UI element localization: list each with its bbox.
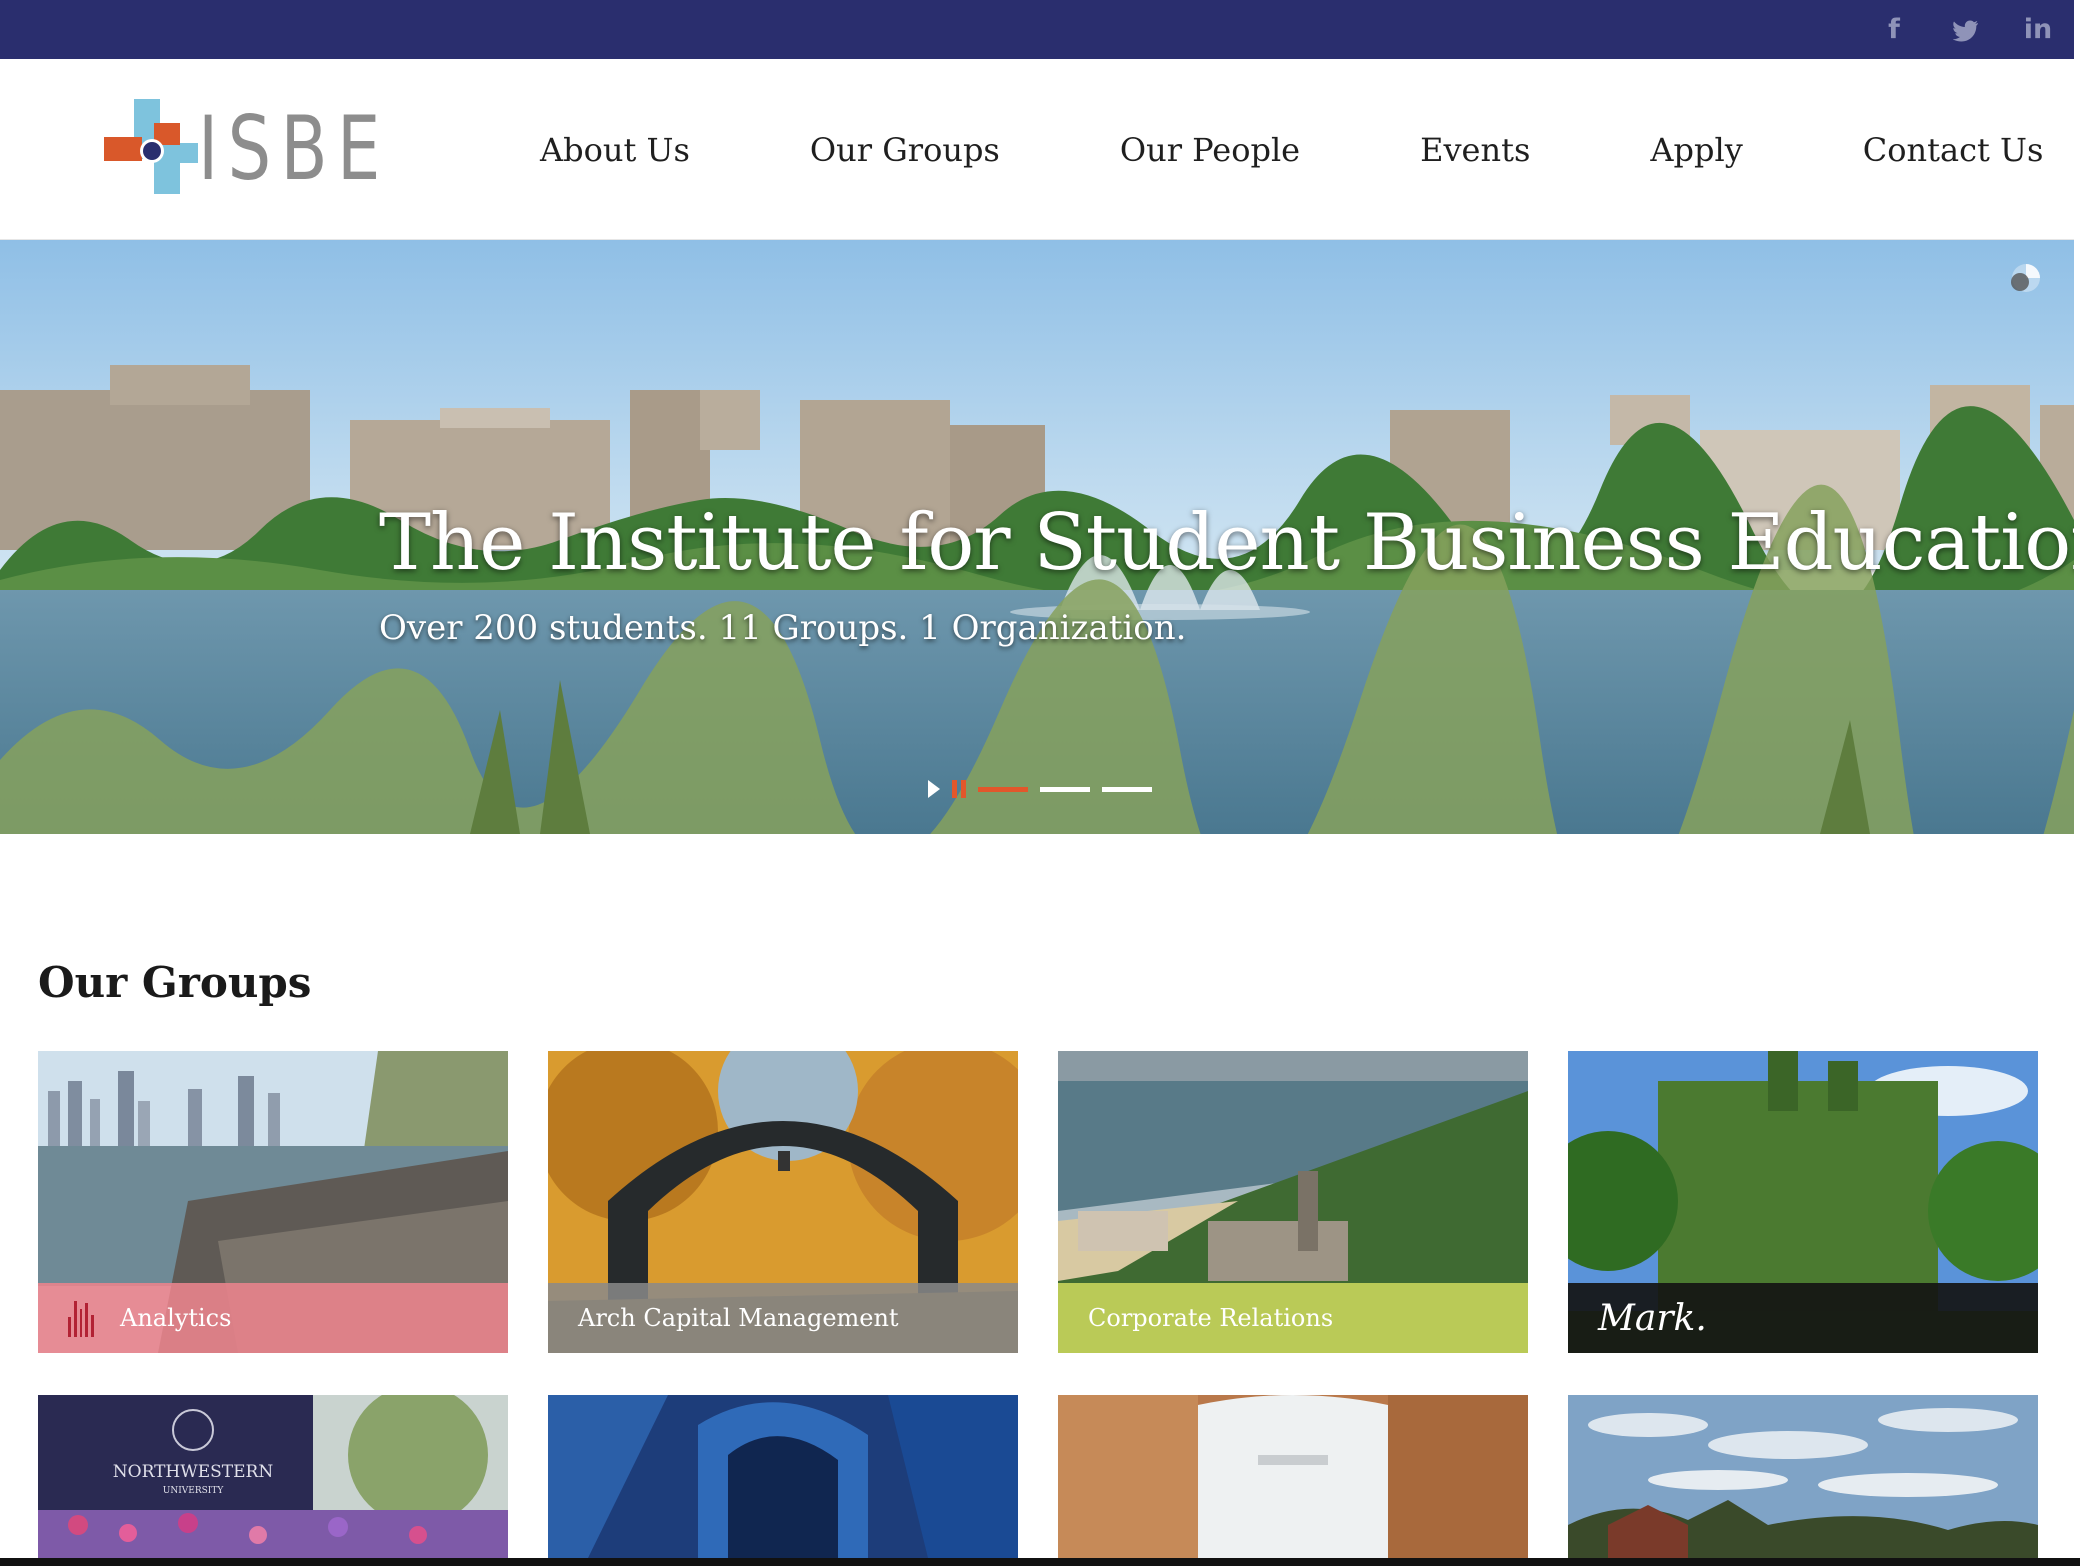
group-card-5[interactable]: NORTHWESTERN UNIVERSITY [38,1395,508,1558]
nav-our-groups[interactable]: Our Groups [750,131,1060,169]
pause-icon[interactable] [952,780,966,798]
card-label-band: Corporate Relations [1058,1283,1528,1353]
hero-slider[interactable]: The Institute for Student Business Educa… [0,240,2074,834]
card-label: Mark. [1598,1297,1707,1339]
nav-events[interactable]: Events [1360,131,1590,169]
slider-controls [928,780,1152,798]
card-label: Corporate Relations [1088,1304,1334,1332]
linkedin-icon[interactable]: in [2002,14,2074,45]
sign-subtext: UNIVERSITY [163,1486,225,1496]
logo-wordmark: ISBE [198,97,390,200]
group-card-7[interactable] [1058,1395,1528,1558]
card-label: Arch Capital Management [578,1304,899,1332]
slide-dot-3[interactable] [1102,786,1152,792]
hero-subtitle: Over 200 students. 11 Groups. 1 Organiza… [379,608,1187,648]
social-links: f in [1858,0,2074,59]
northwestern-sign-photo: NORTHWESTERN UNIVERSITY [38,1395,508,1558]
card-label-band: Arch Capital Management [548,1283,1018,1353]
group-card-analytics[interactable]: Analytics [38,1051,508,1353]
hero-title: The Institute for Student Business Educa… [379,498,2074,588]
slide-dot-2[interactable] [1040,786,1090,792]
card-label: Analytics [120,1304,232,1332]
facebook-icon[interactable]: f [1858,14,1930,45]
top-bar: f in [0,0,2074,59]
nav-our-people[interactable]: Our People [1060,131,1360,169]
nav-contact-us[interactable]: Contact Us [1803,131,2080,169]
logo-mark-icon [104,99,198,194]
slide-dot-1[interactable] [978,786,1028,792]
card-label-band: Analytics [38,1283,508,1353]
isbe-logo[interactable]: ISBE [104,99,380,199]
play-icon[interactable] [928,780,940,798]
analytics-logo-icon [68,1299,94,1337]
nav-apply[interactable]: Apply [1590,131,1802,169]
cloudy-sky-photo [1568,1395,2038,1558]
sign-text: NORTHWESTERN [113,1462,274,1482]
glass-building-photo [548,1395,1018,1558]
card-label-band: Mark. [1568,1283,2038,1353]
group-card-6[interactable] [548,1395,1018,1558]
window-bottom-edge [0,1558,2080,1566]
main-nav: About Us Our Groups Our People Events Ap… [480,59,2080,240]
groups-heading: Our Groups [38,958,312,1007]
nav-about-us[interactable]: About Us [480,131,750,169]
twitter-icon[interactable] [1930,14,2002,45]
group-card-mark[interactable]: Mark. [1568,1051,2038,1353]
group-card-arch-capital[interactable]: Arch Capital Management [548,1051,1018,1353]
group-card-corporate-relations[interactable]: Corporate Relations [1058,1051,1528,1353]
group-card-8[interactable] [1568,1395,2038,1558]
site-header: ISBE About Us Our Groups Our People Even… [0,59,2074,240]
slide-timer-icon [2011,264,2040,292]
wood-interior-photo [1058,1395,1528,1558]
